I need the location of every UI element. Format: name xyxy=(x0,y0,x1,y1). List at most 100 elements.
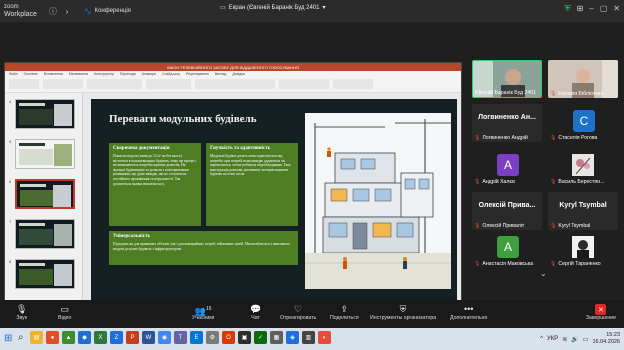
ribbon-group[interactable] xyxy=(333,79,373,89)
windows-start-icon[interactable]: ⊞ xyxy=(4,333,12,344)
thumbnail-row[interactable]: 5 xyxy=(9,139,75,169)
participant-tile-name[interactable]: Логвиненко Ан... 🎙 Логвиненко Андрій xyxy=(472,104,542,142)
ppt-tab[interactable]: Вставлення xyxy=(44,72,63,76)
slide-thumbnail[interactable] xyxy=(15,99,75,129)
app-icon[interactable]: ▦ xyxy=(270,331,283,344)
ribbon-group[interactable] xyxy=(146,79,191,89)
thumbnail-row[interactable]: 8 xyxy=(9,259,75,289)
participant-tile-name[interactable]: Kyryl Tsymbal 🎙 Kyryl Tsymbal xyxy=(548,192,618,230)
battery-icon[interactable]: ▭ xyxy=(583,336,589,343)
word-icon[interactable]: W xyxy=(142,331,155,344)
more-dots-icon: ••• xyxy=(463,304,474,314)
participant-name: 🎙 Kyryl Tsymbal xyxy=(550,223,591,229)
ribbon-group[interactable] xyxy=(87,79,142,89)
app-icon[interactable]: ▲ xyxy=(62,331,75,344)
app-icon[interactable]: E xyxy=(190,331,203,344)
participant-name: 🎙 Олексій Приваліт xyxy=(474,223,525,229)
muted-mic-icon: 🎙 xyxy=(550,179,557,185)
microphone-icon: 🎙 xyxy=(16,304,28,314)
minimize-icon[interactable]: – xyxy=(589,4,593,14)
participant-name: 🎙 Андрій Халєв xyxy=(474,179,515,185)
host-tools-label: Инструменты организатора xyxy=(370,315,437,321)
search-icon[interactable]: ⌕ xyxy=(18,332,24,343)
ppt-tab[interactable]: Рецензування xyxy=(186,72,209,76)
tab-menu-icon[interactable]: ▾ xyxy=(323,4,326,11)
zoom-icon[interactable]: Z xyxy=(110,331,123,344)
thumb-number: 6 xyxy=(9,179,12,184)
close-icon[interactable]: ✕ xyxy=(613,4,620,14)
app-icon[interactable]: ◐ xyxy=(318,331,331,344)
card-documentation: Скорочена документація Поняття модуля (з… xyxy=(109,143,201,226)
participant-tile-video[interactable]: Євгеній Баранік Буд 2401 xyxy=(472,60,542,98)
ppt-tab[interactable]: Малювання xyxy=(69,72,88,76)
ppt-tab[interactable]: Довідка xyxy=(232,72,245,76)
app-icon[interactable]: O xyxy=(222,331,235,344)
app-icon[interactable]: ● xyxy=(46,331,59,344)
participant-tile-photo[interactable]: 🎙 Василь Берестян... xyxy=(548,148,618,186)
ppt-tab[interactable]: Анімація xyxy=(142,72,156,76)
app-icon[interactable]: ▣ xyxy=(238,331,251,344)
ppt-tab[interactable]: Переходи xyxy=(120,72,136,76)
card-documentation-text: Поняття модуля (замів до 12 м² чи без нь… xyxy=(113,154,196,186)
chrome-icon[interactable]: ◉ xyxy=(158,331,171,344)
app-icon[interactable]: ◈ xyxy=(286,331,299,344)
app-icon[interactable]: ◆ xyxy=(78,331,91,344)
participant-tile-video[interactable]: 🎙 Наталія Бібліотека xyxy=(548,60,618,98)
thumbnail-row[interactable]: 6 xyxy=(9,179,75,209)
end-meeting-button[interactable]: ✕ Завершение xyxy=(586,304,616,321)
participant-tile-avatar[interactable]: A 🎙 Андрій Халєв xyxy=(472,148,542,186)
ppt-tab[interactable]: Конструктор xyxy=(94,72,114,76)
host-tools-button[interactable]: ⛨ Инструменты организатора xyxy=(370,304,436,321)
volume-icon[interactable]: 🔊 xyxy=(571,336,578,343)
more-button[interactable]: ••• Дополнительно xyxy=(450,304,487,321)
tab-conference[interactable]: 🐾 Конференція xyxy=(84,8,131,15)
powerpoint-icon[interactable]: P xyxy=(126,331,139,344)
ribbon-group[interactable] xyxy=(195,79,275,89)
chevron-up-icon[interactable]: ^ xyxy=(540,336,543,342)
ribbon-group[interactable] xyxy=(279,79,329,89)
ribbon-group[interactable] xyxy=(43,79,83,89)
chat-button[interactable]: 💬 Чат xyxy=(250,304,261,321)
ppt-tab[interactable]: Вигляд xyxy=(215,72,226,76)
ppt-tab[interactable]: Файл xyxy=(9,72,18,76)
participant-tile-avatar[interactable]: A 🎙 Анастасія Маковська xyxy=(472,230,542,268)
slide-thumbnail[interactable] xyxy=(15,259,75,289)
chevron-down-icon[interactable]: ⌄ xyxy=(540,269,547,278)
slide-thumbnail[interactable] xyxy=(15,139,75,169)
slide-thumbnail[interactable] xyxy=(15,219,75,249)
app-icon[interactable]: T xyxy=(174,331,187,344)
thumbnail-row[interactable]: 4 xyxy=(9,99,75,129)
file-explorer-icon[interactable]: ▤ xyxy=(30,331,43,344)
ppt-tab[interactable]: Слайд-шоу xyxy=(162,72,180,76)
react-button[interactable]: ♡ Отреагировать xyxy=(280,304,316,321)
tab-shared-screen[interactable]: ▭ Екран (Євгеній Баранік Буд 2401 ▾ xyxy=(220,4,326,12)
shield-icon: ⛨ xyxy=(399,304,407,314)
participant-tile-name[interactable]: Олексій Прива... 🎙 Олексій Приваліт xyxy=(472,192,542,230)
participant-display-name: Олексій Прива... xyxy=(478,202,536,209)
participant-gallery: Євгеній Баранік Буд 2401 🎙 Наталія Бібліо… xyxy=(468,22,624,300)
ppt-tab[interactable]: Основне xyxy=(24,72,38,76)
shield-icon[interactable]: ⛨ xyxy=(565,4,571,14)
app-icon[interactable]: ⚙ xyxy=(206,331,219,344)
clock[interactable]: 15:23 16.04.2026 xyxy=(592,332,620,346)
excel-icon[interactable]: X xyxy=(94,331,107,344)
powerpoint-window: ВІКОН ТЕЛЕВІЗІЙНОГО ЗАСОБУ ДЛЯ ВІДДАЛЕНО… xyxy=(4,62,462,308)
share-button[interactable]: ⇪ Поделиться xyxy=(330,304,359,321)
audio-button[interactable]: 🎙 Звук xyxy=(16,304,27,321)
maximize-icon[interactable]: ▢ xyxy=(600,4,608,14)
video-button[interactable]: ▭ Відео xyxy=(58,304,71,321)
nav-forward-icon[interactable]: › xyxy=(60,4,74,18)
ribbon-group[interactable] xyxy=(9,79,39,89)
slide-thumbnail-active[interactable] xyxy=(15,179,75,209)
grid-icon[interactable]: ⊞ xyxy=(577,4,584,14)
wifi-icon[interactable]: ≋ xyxy=(562,336,567,343)
participants-button[interactable]: 👥15 Учасники xyxy=(192,304,214,321)
participant-tile-avatar[interactable]: C 🎙 Стаселія Рогова xyxy=(548,104,618,142)
participant-tile-photo[interactable]: 🎙 Сергій Тараненко xyxy=(548,230,618,268)
app-icon[interactable]: ▥ xyxy=(302,331,315,344)
language-indicator[interactable]: УКР xyxy=(547,336,558,342)
thumb-number: 8 xyxy=(9,259,12,264)
app-icon[interactable]: ✓ xyxy=(254,331,267,344)
info-icon[interactable]: ⓘ xyxy=(46,4,60,18)
thumbnail-row[interactable]: 7 xyxy=(9,219,75,249)
